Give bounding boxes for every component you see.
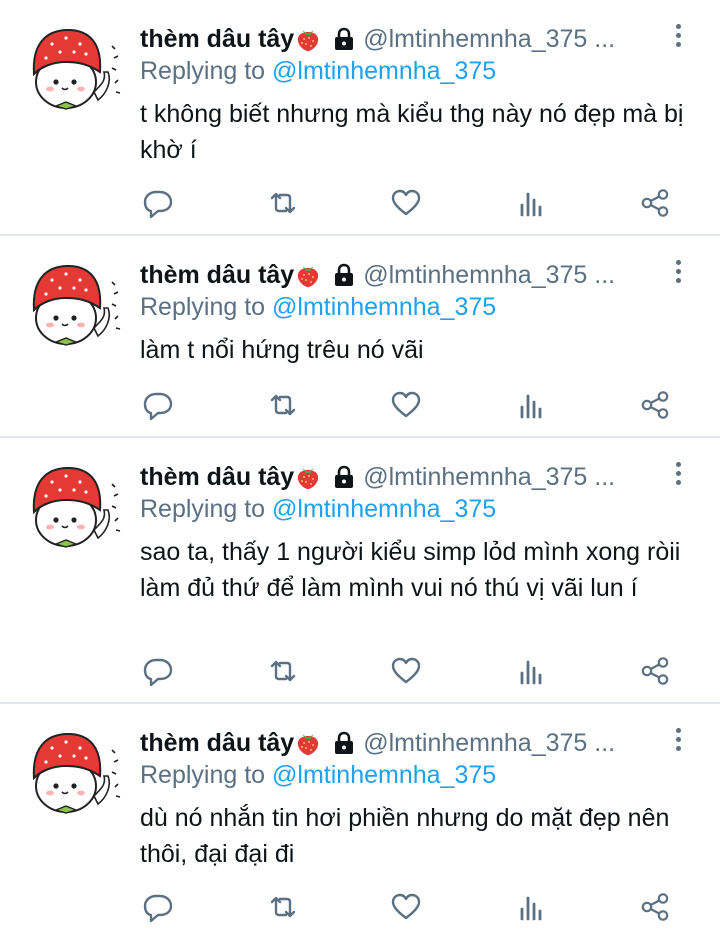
reply-button[interactable] (141, 654, 175, 688)
tweet-actions (0, 388, 720, 422)
share-button[interactable] (638, 890, 672, 924)
share-icon (638, 388, 672, 422)
avatar[interactable] (26, 460, 126, 552)
strawberry-icon (295, 26, 321, 52)
tweet[interactable]: thèm dâu tây @lmtinhemnha_375 ... Replyi… (0, 0, 720, 236)
replying-to: Replying to @lmtinhemnha_375 (140, 290, 496, 324)
analytics-button[interactable] (514, 186, 548, 220)
reply-button[interactable] (141, 186, 175, 220)
avatar[interactable] (26, 22, 126, 114)
like-button[interactable] (389, 654, 423, 688)
share-icon (638, 890, 672, 924)
retweet-icon (266, 654, 300, 688)
tweet-header: thèm dâu tây @lmtinhemnha_375 ... (140, 460, 615, 494)
replying-to-label: Replying to (140, 495, 266, 523)
tweet-actions (0, 654, 720, 688)
tweet[interactable]: thèm dâu tây @lmtinhemnha_375 ... Replyi… (0, 236, 720, 438)
tweet[interactable]: thèm dâu tây @lmtinhemnha_375 ... Replyi… (0, 438, 720, 704)
retweet-icon (266, 186, 300, 220)
user-handle[interactable]: @lmtinhemnha_375 ... (363, 258, 615, 292)
tweet-actions (0, 186, 720, 220)
replying-to-handle[interactable]: @lmtinhemnha_375 (272, 293, 496, 321)
replying-to: Replying to @lmtinhemnha_375 (140, 758, 496, 792)
lock-icon (333, 27, 355, 51)
analytics-icon (514, 186, 548, 220)
retweet-button[interactable] (266, 654, 300, 688)
like-button[interactable] (389, 186, 423, 220)
share-icon (638, 654, 672, 688)
lock-icon (333, 465, 355, 489)
user-handle[interactable]: @lmtinhemnha_375 ... (363, 726, 615, 760)
display-name[interactable]: thèm dâu tây (140, 726, 294, 760)
analytics-button[interactable] (514, 890, 548, 924)
tweet[interactable]: thèm dâu tây @lmtinhemnha_375 ... Replyi… (0, 704, 720, 931)
strawberry-icon (295, 730, 321, 756)
analytics-icon (514, 388, 548, 422)
reply-icon (141, 186, 175, 220)
analytics-button[interactable] (514, 654, 548, 688)
tweet-actions (0, 890, 720, 924)
replying-to-label: Replying to (140, 293, 266, 321)
reply-icon (141, 654, 175, 688)
display-name[interactable]: thèm dâu tây (140, 22, 294, 56)
reply-button[interactable] (141, 890, 175, 924)
heart-icon (389, 654, 423, 688)
strawberry-icon (295, 262, 321, 288)
more-vertical-icon[interactable] (670, 462, 686, 488)
strawberry-icon (295, 464, 321, 490)
retweet-icon (266, 388, 300, 422)
analytics-icon (514, 654, 548, 688)
replying-to-label: Replying to (140, 57, 266, 85)
display-name[interactable]: thèm dâu tây (140, 460, 294, 494)
lock-icon (333, 263, 355, 287)
heart-icon (389, 186, 423, 220)
more-vertical-icon[interactable] (670, 260, 686, 286)
like-button[interactable] (389, 890, 423, 924)
analytics-button[interactable] (514, 388, 548, 422)
heart-icon (389, 890, 423, 924)
tweet-text: dù nó nhắn tin hơi phiền nhưng do mặt đẹ… (140, 804, 670, 868)
avatar[interactable] (26, 726, 126, 818)
replying-to-handle[interactable]: @lmtinhemnha_375 (272, 57, 496, 85)
tweet-header: thèm dâu tây @lmtinhemnha_375 ... (140, 726, 615, 760)
lock-icon (333, 731, 355, 755)
share-button[interactable] (638, 654, 672, 688)
tweet-text: sao ta, thấy 1 người kiểu simp lỏd mình … (140, 538, 681, 602)
more-vertical-icon[interactable] (670, 24, 686, 50)
more-vertical-icon[interactable] (670, 728, 686, 754)
analytics-icon (514, 890, 548, 924)
replying-to-handle[interactable]: @lmtinhemnha_375 (272, 761, 496, 789)
tweet-text: t không biết nhưng mà kiểu thg này nó đẹ… (140, 100, 684, 164)
tweet-text: làm t nổi hứng trêu nó vãi (140, 336, 424, 364)
reply-icon (141, 388, 175, 422)
tweet-header: thèm dâu tây @lmtinhemnha_375 ... (140, 22, 615, 56)
share-icon (638, 186, 672, 220)
replying-to: Replying to @lmtinhemnha_375 (140, 54, 496, 88)
user-handle[interactable]: @lmtinhemnha_375 ... (363, 22, 615, 56)
replying-to-handle[interactable]: @lmtinhemnha_375 (272, 495, 496, 523)
retweet-button[interactable] (266, 186, 300, 220)
display-name[interactable]: thèm dâu tây (140, 258, 294, 292)
reply-icon (141, 890, 175, 924)
share-button[interactable] (638, 388, 672, 422)
heart-icon (389, 388, 423, 422)
avatar[interactable] (26, 258, 126, 350)
user-handle[interactable]: @lmtinhemnha_375 ... (363, 460, 615, 494)
retweet-icon (266, 890, 300, 924)
reply-button[interactable] (141, 388, 175, 422)
like-button[interactable] (389, 388, 423, 422)
tweet-header: thèm dâu tây @lmtinhemnha_375 ... (140, 258, 615, 292)
share-button[interactable] (638, 186, 672, 220)
replying-to: Replying to @lmtinhemnha_375 (140, 492, 496, 526)
retweet-button[interactable] (266, 388, 300, 422)
replying-to-label: Replying to (140, 761, 266, 789)
retweet-button[interactable] (266, 890, 300, 924)
